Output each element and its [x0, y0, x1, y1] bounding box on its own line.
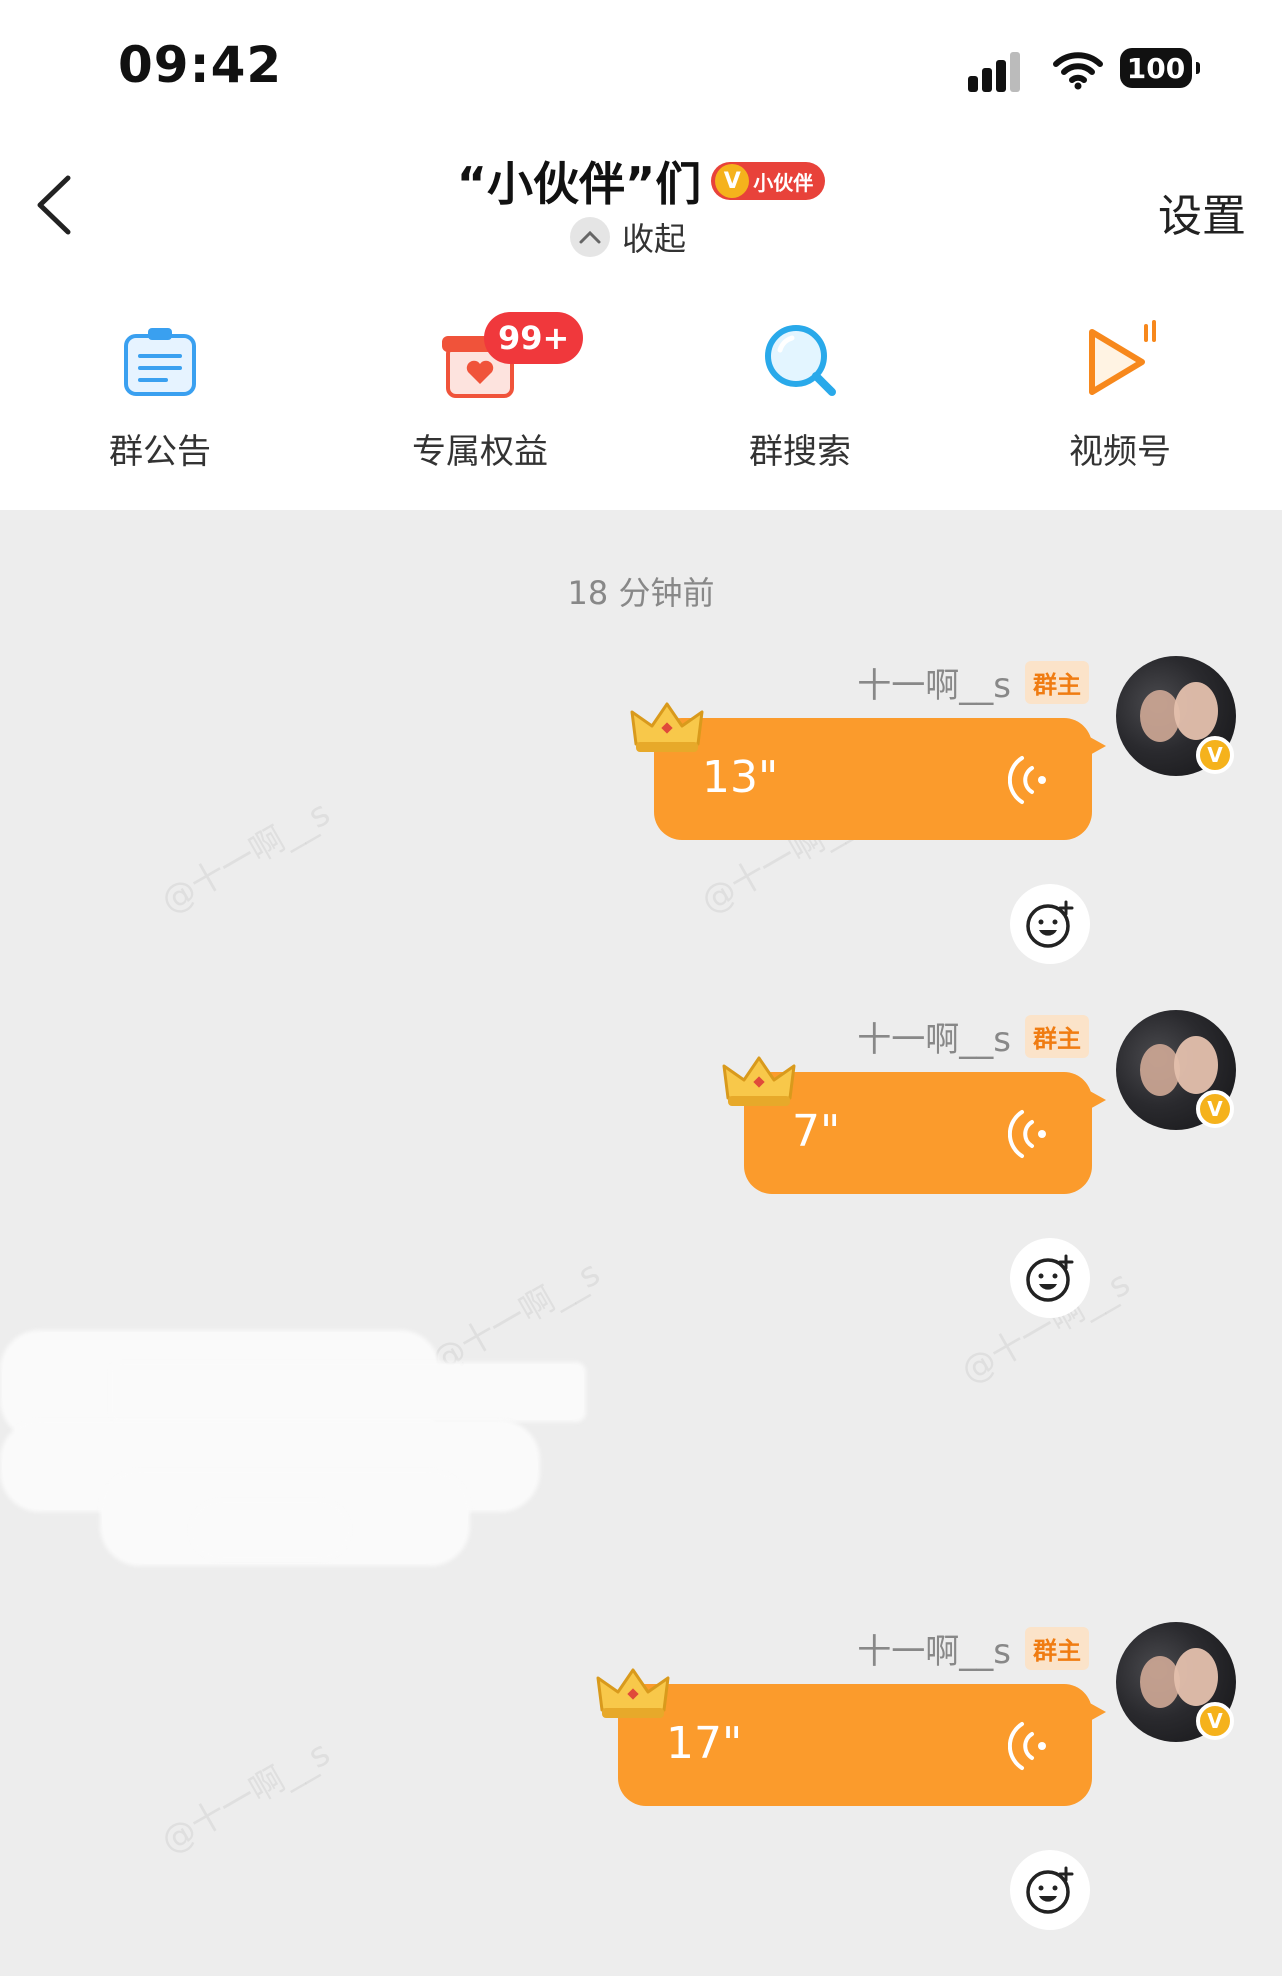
role-tag: 群主 [1025, 1014, 1089, 1058]
crown-icon [630, 702, 704, 752]
battery-indicator: 100 [1120, 48, 1200, 88]
group-title: “小伙伴”们 [456, 157, 702, 211]
vip-v-icon: V [715, 164, 750, 198]
feature-search[interactable]: 群搜索 [680, 318, 920, 473]
sender-info: 十一啊__s 群主 [857, 1014, 1089, 1060]
voice-message[interactable]: 13" [654, 718, 1106, 840]
feature-label: 群公告 [109, 432, 211, 472]
header-panel: 09:42 100 “小伙伴”们 V 小伙伴 收起 设置 群公告 专属权益 99… [0, 0, 1282, 510]
avatar[interactable]: V [1116, 1622, 1236, 1742]
feature-label: 视频号 [1069, 432, 1171, 472]
collapse-label: 收起 [622, 220, 687, 258]
wifi-icon [1053, 52, 1103, 90]
verified-badge: V [1196, 1090, 1234, 1128]
role-tag: 群主 [1025, 1626, 1089, 1670]
avatar[interactable]: V [1116, 656, 1236, 776]
vip-badge: V 小伙伴 [711, 162, 826, 200]
verified-badge: V [1196, 1702, 1234, 1740]
voice-message[interactable]: 7" [744, 1072, 1106, 1194]
sender-name: 十一啊__s [857, 1631, 1011, 1672]
voice-duration: 17" [666, 1718, 743, 1769]
time-separator: 18 分钟前 [567, 574, 715, 612]
feature-label: 专属权益 [412, 432, 548, 472]
sender-info: 十一啊__s 群主 [857, 660, 1089, 706]
emoji-add-icon [1026, 1866, 1074, 1914]
video-channel-icon [1089, 320, 1156, 395]
sender-name: 十一啊__s [857, 1019, 1011, 1060]
chevron-up-icon [570, 217, 610, 257]
voice-duration: 7" [792, 1106, 841, 1157]
watermark: @十一啊__s [154, 793, 337, 922]
notification-badge: 99+ [484, 312, 584, 364]
crown-icon [722, 1056, 796, 1106]
voice-wave-icon [1008, 756, 1046, 804]
cellular-signal-icon [968, 50, 1032, 92]
chat-title-area[interactable]: “小伙伴”们 V 小伙伴 [0, 148, 1282, 214]
watermark: @十一啊__s [154, 1733, 337, 1862]
settings-button[interactable]: 设置 [1158, 180, 1246, 244]
voice-duration: 13" [702, 752, 779, 803]
feature-video-channel[interactable]: 视频号 [1000, 318, 1240, 473]
feature-announcement[interactable]: 群公告 [40, 318, 280, 473]
announcement-icon [124, 328, 196, 396]
add-reaction-button[interactable] [1010, 1850, 1090, 1930]
sender-info: 十一啊__s 群主 [857, 1626, 1089, 1672]
crown-icon [596, 1668, 670, 1718]
role-tag: 群主 [1025, 660, 1089, 704]
voice-wave-icon [1008, 1722, 1046, 1770]
avatar[interactable]: V [1116, 1010, 1236, 1130]
add-reaction-button[interactable] [1010, 1238, 1090, 1318]
voice-wave-icon [1008, 1110, 1046, 1158]
vip-badge-text: 小伙伴 [753, 170, 814, 195]
feature-label: 群搜索 [749, 432, 851, 472]
add-reaction-button[interactable] [1010, 884, 1090, 964]
emoji-add-icon [1026, 1254, 1074, 1302]
status-time: 09:42 [118, 36, 283, 94]
verified-badge: V [1196, 736, 1234, 774]
collapse-button[interactable]: 收起 [570, 214, 686, 260]
voice-message[interactable]: 17" [618, 1684, 1106, 1806]
search-icon [765, 325, 836, 396]
emoji-add-icon [1026, 900, 1074, 948]
sender-name: 十一啊__s [857, 665, 1011, 706]
